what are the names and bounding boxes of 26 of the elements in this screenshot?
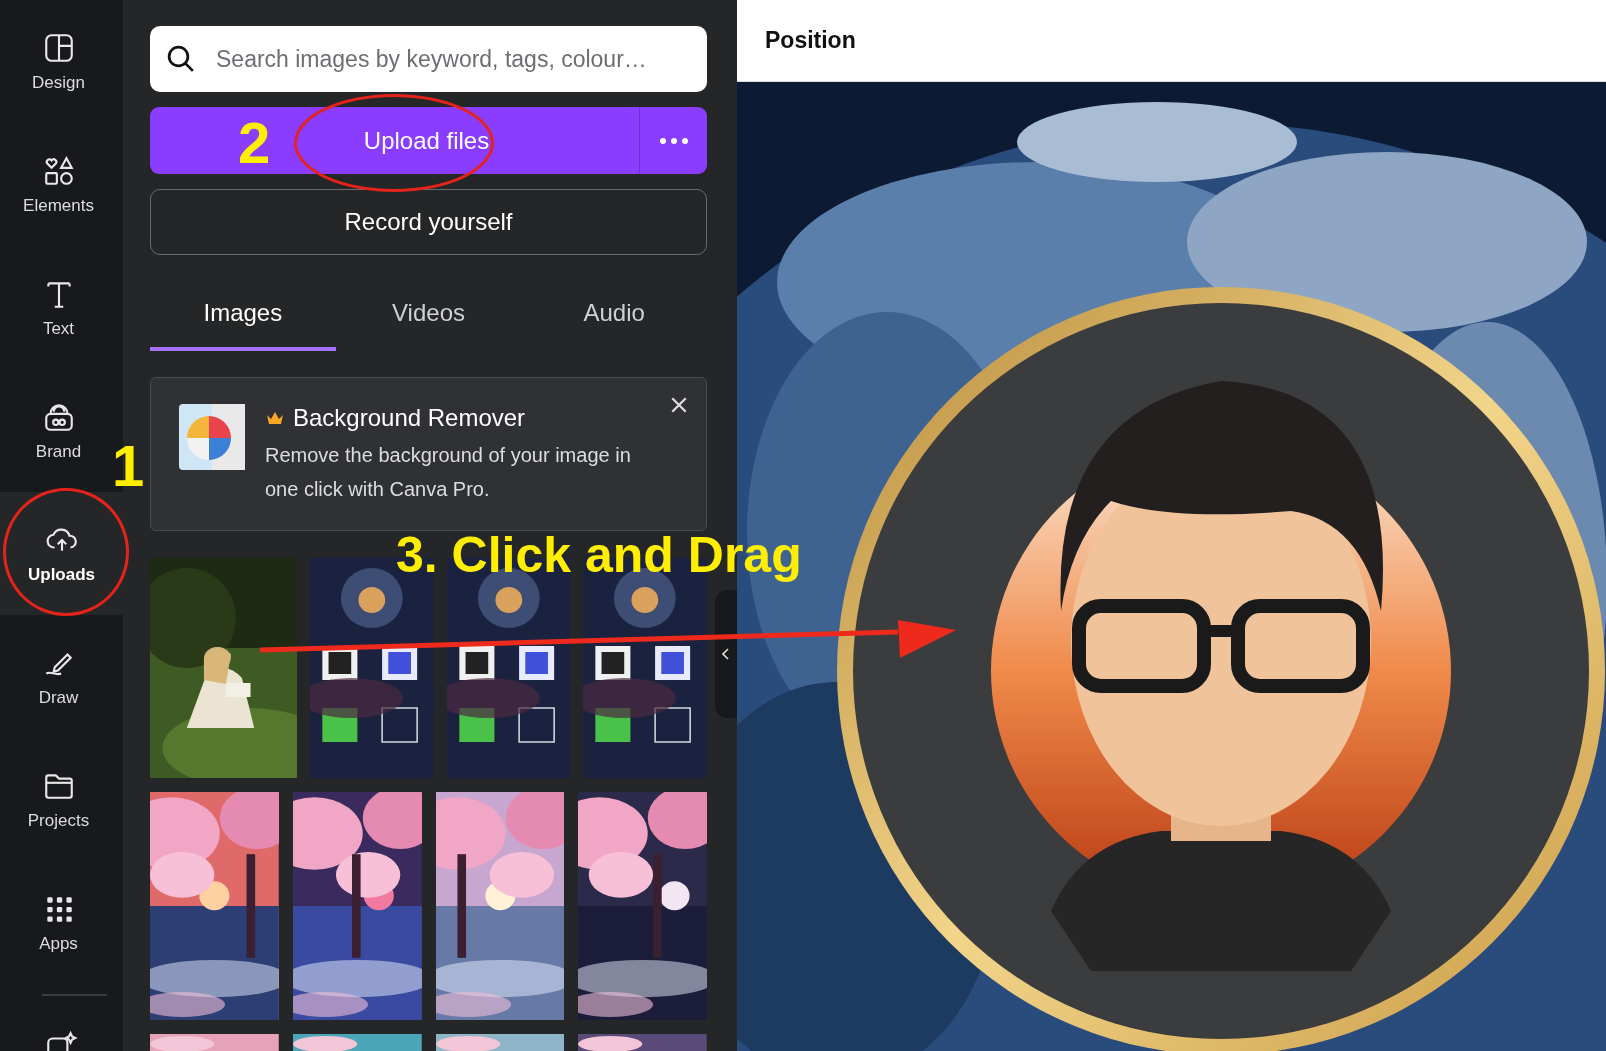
search-input[interactable]: Search images by keyword, tags, colour… <box>214 44 691 74</box>
sidebar-item[interactable]: Draw <box>0 615 111 738</box>
sidebar-item[interactable]: Design <box>0 0 111 123</box>
tab[interactable]: Audio <box>521 277 707 351</box>
search-icon <box>166 44 196 74</box>
tab[interactable]: Videos <box>335 277 522 351</box>
sidebar-item[interactable]: Projects <box>0 738 111 861</box>
tab[interactable]: Images <box>150 277 336 351</box>
close-icon[interactable] <box>670 396 688 414</box>
promo-title: Background Remover <box>293 404 526 432</box>
more-button[interactable] <box>639 107 707 174</box>
sidebar-item[interactable]: Uploads <box>0 492 123 615</box>
sidebar-item[interactable]: Apps <box>0 861 111 984</box>
crown-icon <box>265 410 285 426</box>
search-field[interactable]: Search images by keyword, tags, colour… <box>150 26 707 92</box>
step-label: 3. Click and Drag <box>396 530 802 580</box>
sidebar-item[interactable]: Text <box>0 246 111 369</box>
sidebar-item[interactable]: Brand <box>0 369 111 492</box>
more-icon <box>658 137 689 145</box>
step-number: 1 <box>112 437 145 495</box>
sidebar-item[interactable]: Elements <box>0 123 111 246</box>
record-button[interactable]: Record yourself <box>150 189 707 255</box>
collapse-handle[interactable] <box>715 590 737 718</box>
promo-text: Remove the background of your image in one click with Canva Pro. <box>265 443 632 502</box>
step-number: 2 <box>238 114 271 172</box>
position-label[interactable]: Position <box>765 27 856 54</box>
